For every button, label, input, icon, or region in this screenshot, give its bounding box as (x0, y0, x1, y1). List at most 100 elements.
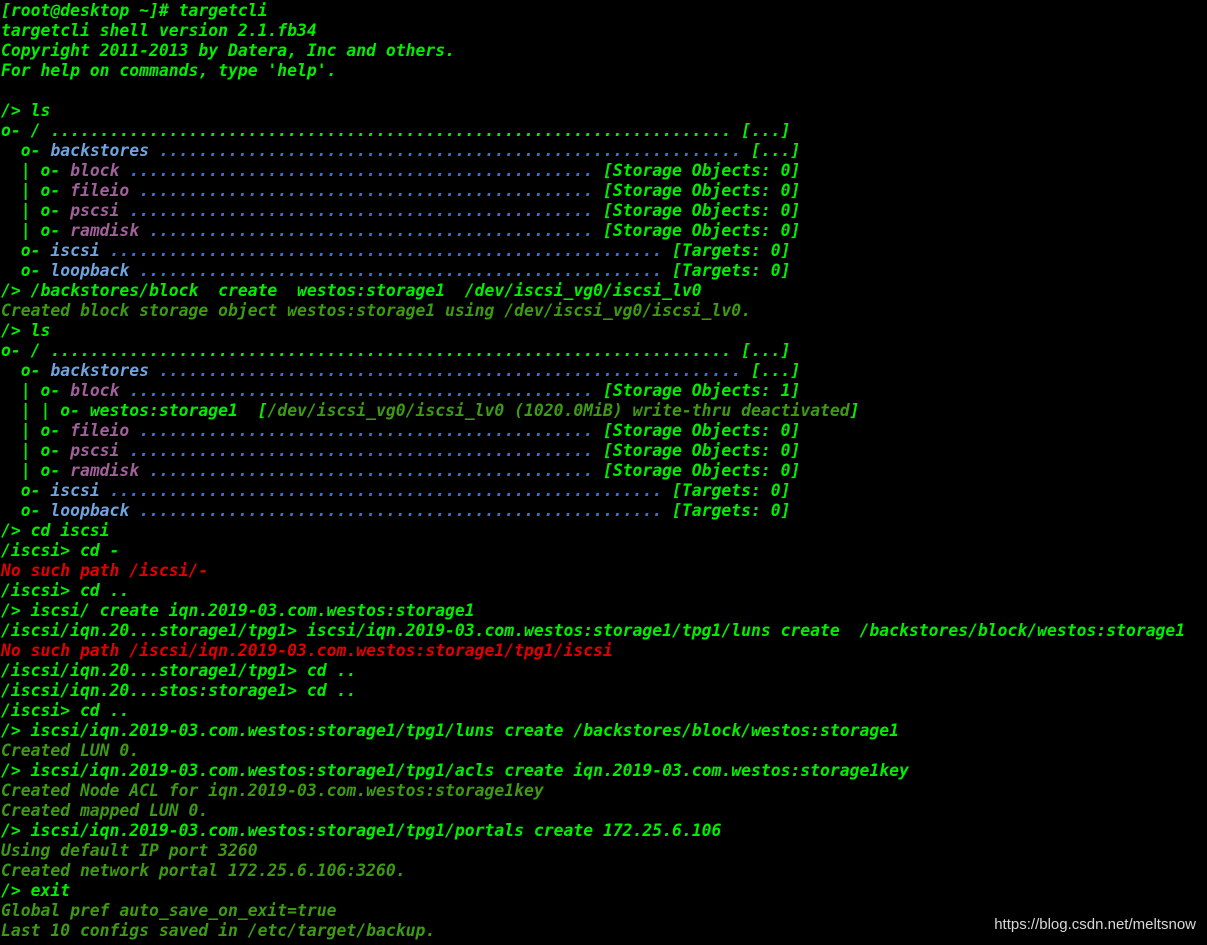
terminal-text-segment: No such path /iscsi/iqn.2019-03.com.west… (1, 641, 613, 660)
terminal-text-segment: block (70, 161, 120, 180)
terminal-text-segment: fileio (70, 181, 130, 200)
terminal-line: /> ls (1, 101, 1185, 121)
terminal-text-segment: | o- (1, 181, 71, 200)
terminal-text-segment: | | o- (1, 401, 90, 420)
terminal-text-segment: /> iscsi/iqn.2019-03.com.westos:storage1… (1, 721, 899, 740)
terminal-text-segment: o- (1, 361, 51, 380)
terminal-text-segment: iscsi (50, 481, 100, 500)
terminal-text-segment: /iscsi> cd .. (1, 701, 130, 720)
terminal-text-segment: pscsi (70, 201, 120, 220)
terminal-line: | o- fileio ............................… (1, 181, 1185, 201)
terminal-line: For help on commands, type 'help'. (1, 61, 1185, 81)
terminal-text-segment: | o- (1, 221, 71, 240)
terminal-text-segment: Created block storage object westos:stor… (1, 301, 751, 320)
terminal-text-segment: iscsi (50, 241, 100, 260)
terminal-line: o- iscsi ...............................… (1, 241, 1185, 261)
terminal-text-segment: ........................................… (119, 161, 603, 180)
terminal-line: /iscsi/iqn.20...stos:storage1> cd .. (1, 681, 1185, 701)
terminal-text-segment: o- / (1, 121, 51, 140)
terminal-text-segment: [Storage Objects: 0] (602, 221, 801, 240)
terminal-text-segment: /> /backstores/block create westos:stora… (1, 281, 702, 300)
terminal-line: | | o- westos:storage1 [/dev/iscsi_vg0/i… (1, 401, 1185, 421)
terminal-line: /> ls (1, 321, 1185, 341)
terminal-text-segment: No such path /iscsi/- (1, 561, 209, 580)
terminal-line: Created network portal 172.25.6.106:3260… (1, 861, 1185, 881)
terminal-text-segment: [Storage Objects: 1] (602, 381, 801, 400)
terminal-text-segment: ........................................… (129, 421, 603, 440)
terminal-text-segment: backstores (50, 361, 150, 380)
terminal-text-segment: ........................................… (129, 501, 673, 520)
terminal-text-segment: /iscsi/iqn.20...storage1/tpg1> cd .. (1, 661, 357, 680)
terminal-text-segment: | o- (1, 461, 71, 480)
terminal-text-segment: backstores (50, 141, 150, 160)
terminal-line: targetcli shell version 2.1.fb34 (1, 21, 1185, 41)
terminal-text-segment: [Storage Objects: 0] (602, 421, 801, 440)
terminal-text-segment: /> ls (1, 101, 51, 120)
terminal-line: o- / ...................................… (1, 121, 1185, 141)
terminal-text-segment: Created mapped LUN 0. (1, 801, 209, 820)
terminal-line (1, 81, 1185, 101)
terminal-text-segment: o- / (1, 341, 51, 360)
terminal-text-segment: /iscsi> cd - (1, 541, 120, 560)
terminal-text-segment: /dev/iscsi_vg0/iscsi_lv0 (1020.0MiB) wri… (267, 401, 850, 420)
terminal-text-segment: /> cd iscsi (1, 521, 110, 540)
terminal-line: o- / ...................................… (1, 341, 1185, 361)
terminal-line: | o- block .............................… (1, 161, 1185, 181)
terminal-text-segment: ........................................… (139, 221, 603, 240)
terminal-text-segment: /iscsi/iqn.20...stos:storage1> cd .. (1, 681, 357, 700)
terminal-text-segment: ........................................… (149, 141, 751, 160)
terminal-line: Created block storage object westos:stor… (1, 301, 1185, 321)
terminal-line: No such path /iscsi/iqn.2019-03.com.west… (1, 641, 1185, 661)
terminal-text-segment: | o- (1, 441, 71, 460)
terminal-text-segment: o- (1, 261, 51, 280)
terminal-text-segment: Created Node ACL for iqn.2019-03.com.wes… (1, 781, 544, 800)
terminal-line: [root@desktop ~]# targetcli (1, 1, 1185, 21)
terminal-line: /iscsi/iqn.20...storage1/tpg1> iscsi/iqn… (1, 621, 1185, 641)
terminal-text-segment: loopback (50, 501, 130, 520)
terminal-text-segment: ........................................… (50, 121, 742, 140)
terminal-text-segment: [Storage Objects: 0] (602, 181, 801, 200)
terminal-text-segment: ........................................… (129, 261, 673, 280)
terminal-text-segment: o- (1, 141, 51, 160)
terminal-text-segment: ........................................… (119, 201, 603, 220)
terminal-text-segment: | o- (1, 161, 71, 180)
terminal-line: o- loopback ............................… (1, 501, 1185, 521)
terminal-line: | o- pscsi .............................… (1, 201, 1185, 221)
terminal-text-segment: For help on commands, type 'help'. (1, 61, 337, 80)
terminal-line: /iscsi> cd .. (1, 701, 1185, 721)
terminal-line: Using default IP port 3260 (1, 841, 1185, 861)
terminal-text-segment: Last 10 configs saved in /etc/target/bac… (1, 921, 436, 940)
terminal-line: o- iscsi ...............................… (1, 481, 1185, 501)
terminal-text-segment: ramdisk (70, 461, 140, 480)
terminal-text-segment: | o- (1, 381, 71, 400)
terminal-line: o- backstores ..........................… (1, 141, 1185, 161)
terminal-output[interactable]: [root@desktop ~]# targetcli targetcli she… (1, 1, 1185, 941)
terminal-line: /iscsi> cd .. (1, 581, 1185, 601)
terminal-text-segment: ........................................… (119, 441, 603, 460)
terminal-text-segment: /> iscsi/iqn.2019-03.com.westos:storage1… (1, 821, 722, 840)
terminal-line: /> iscsi/iqn.2019-03.com.westos:storage1… (1, 821, 1185, 841)
terminal-text-segment: loopback (50, 261, 130, 280)
terminal-text-segment: [Targets: 0] (672, 261, 791, 280)
terminal-line: /> /backstores/block create westos:stora… (1, 281, 1185, 301)
terminal-text-segment: targetcli shell version 2.1.fb34 (1, 21, 317, 40)
terminal-text-segment: [...] (741, 341, 791, 360)
terminal-text-segment: o- (1, 241, 51, 260)
terminal-text-segment: ........................................… (119, 381, 603, 400)
terminal-text-segment: Using default IP port 3260 (1, 841, 258, 860)
terminal-text-segment: [Storage Objects: 0] (602, 161, 801, 180)
terminal-text-segment: /> ls (1, 321, 51, 340)
terminal-line: /> iscsi/iqn.2019-03.com.westos:storage1… (1, 721, 1185, 741)
terminal-text-segment: ........................................… (99, 481, 673, 500)
terminal-text-segment: [Storage Objects: 0] (602, 201, 801, 220)
terminal-text-segment: ........................................… (129, 181, 603, 200)
terminal-text-segment: /iscsi/iqn.20...storage1/tpg1> iscsi/iqn… (1, 621, 1186, 640)
terminal-line: /> iscsi/ create iqn.2019-03.com.westos:… (1, 601, 1185, 621)
terminal-text-segment: o- (1, 481, 51, 500)
terminal-text-segment: Created network portal 172.25.6.106:3260… (1, 861, 406, 880)
terminal-text-segment: /iscsi> cd .. (1, 581, 130, 600)
terminal-line: Created LUN 0. (1, 741, 1185, 761)
terminal-text-segment: [...] (750, 361, 801, 380)
terminal-line: Created mapped LUN 0. (1, 801, 1185, 821)
